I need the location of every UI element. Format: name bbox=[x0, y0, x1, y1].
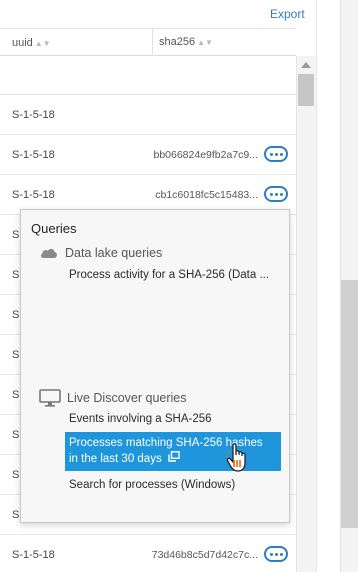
data-lake-label: Data lake queries bbox=[65, 246, 163, 260]
highlight-line-2: in the last 30 days bbox=[69, 453, 162, 466]
table-row[interactable]: S-1-5-18 bbox=[0, 95, 296, 135]
live-discover-label: Live Discover queries bbox=[67, 391, 187, 405]
cell-uuid: S-1-5-18 bbox=[12, 549, 55, 561]
table-row[interactable]: S-1-5-18 73d46b8c5d7d42c7c... bbox=[0, 535, 296, 572]
empty-row bbox=[0, 56, 296, 95]
cell-uuid: S bbox=[12, 509, 20, 521]
column-header-sha256[interactable]: sha256 ▲▼ bbox=[152, 29, 213, 56]
cell-uuid: S bbox=[12, 469, 20, 481]
column-label-sha256: sha256 bbox=[159, 36, 196, 48]
data-lake-section: Data lake queries bbox=[39, 246, 162, 260]
sort-icon[interactable]: ▲▼ bbox=[35, 39, 51, 48]
table-scrollbar-thumb[interactable] bbox=[298, 74, 314, 106]
cell-sha256: cb1c6018fc5c15483... bbox=[155, 189, 258, 201]
more-actions-button[interactable] bbox=[264, 186, 288, 202]
queries-popover: Queries Data lake queries Process activi… bbox=[20, 209, 290, 523]
table-row[interactable]: S-1-5-18 bb066824e9fb2a7c9... bbox=[0, 135, 296, 175]
sort-icon[interactable]: ▲▼ bbox=[197, 38, 213, 47]
cell-uuid: S bbox=[12, 229, 20, 241]
column-label-uuid: uuid bbox=[12, 37, 33, 49]
cell-sha256: bb066824e9fb2a7c9... bbox=[153, 149, 258, 161]
live-discover-section: Live Discover queries bbox=[39, 389, 187, 407]
cell-uuid: S bbox=[12, 349, 20, 361]
popover-title: Queries bbox=[31, 221, 77, 236]
monitor-icon bbox=[39, 389, 61, 407]
side-gutter bbox=[316, 0, 340, 572]
more-actions-button[interactable] bbox=[264, 546, 288, 562]
cell-sha256: 73d46b8c5d7d42c7c... bbox=[151, 549, 258, 561]
cell-uuid: S-1-5-18 bbox=[12, 109, 55, 121]
cloud-icon bbox=[40, 248, 57, 258]
more-actions-button[interactable] bbox=[264, 146, 288, 162]
column-header-uuid[interactable]: uuid ▲▼ bbox=[12, 37, 51, 49]
scroll-up-arrow-icon[interactable] bbox=[301, 62, 311, 68]
cell-uuid: S-1-5-18 bbox=[12, 149, 55, 161]
table-header: uuid ▲▼ sha256 ▲▼ bbox=[0, 29, 296, 56]
cell-uuid: S-1-5-18 bbox=[12, 189, 55, 201]
page-scrollbar-thumb[interactable] bbox=[341, 280, 358, 528]
export-link[interactable]: Export bbox=[270, 7, 305, 21]
query-search-processes-windows[interactable]: Search for processes (Windows) bbox=[69, 479, 281, 491]
cell-uuid: S bbox=[12, 429, 20, 441]
query-events-sha256[interactable]: Events involving a SHA-256 bbox=[69, 413, 281, 425]
table-scrollbar[interactable] bbox=[296, 56, 316, 572]
open-external-icon[interactable] bbox=[168, 451, 180, 467]
cell-uuid: S bbox=[12, 309, 20, 321]
hand-pointer-icon bbox=[226, 443, 246, 472]
cell-uuid: S bbox=[12, 389, 20, 401]
cell-uuid: S bbox=[12, 269, 20, 281]
query-process-activity[interactable]: Process activity for a SHA-256 (Data ... bbox=[69, 269, 281, 281]
